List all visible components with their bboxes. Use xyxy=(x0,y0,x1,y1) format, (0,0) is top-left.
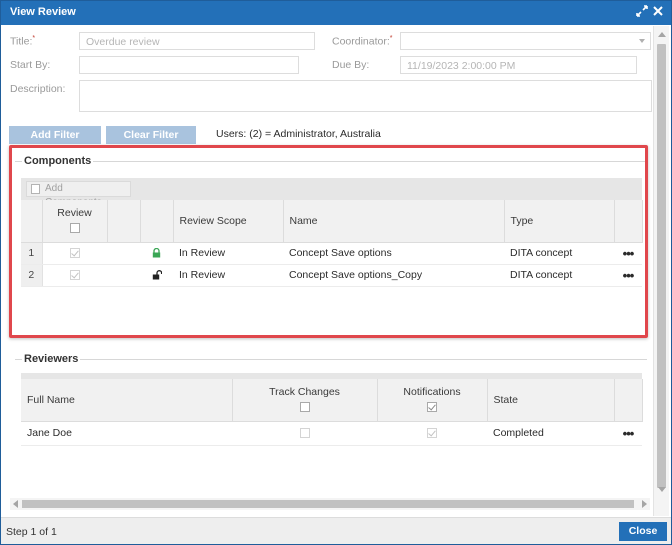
dialog-content: Title:* Overdue review Coordinator:* Sta… xyxy=(1,26,653,516)
step-indicator: Step 1 of 1 xyxy=(6,526,57,538)
scroll-right-icon[interactable] xyxy=(642,500,647,508)
notifications-column-header[interactable]: Notifications xyxy=(377,379,488,422)
start-by-label: Start By: xyxy=(10,59,51,71)
table-row[interactable]: Jane Doe Completed ••• xyxy=(21,421,642,446)
due-by-label: Due By: xyxy=(332,59,370,71)
full-name-column-header[interactable]: Full Name xyxy=(21,379,233,422)
clear-filter-button[interactable]: Clear Filter xyxy=(106,126,196,144)
view-review-dialog: View Review Title:* Overdue review Coord… xyxy=(0,0,672,545)
coordinator-label: Coordinator:* xyxy=(332,35,393,48)
title-label: Title:* xyxy=(10,35,36,48)
reviewers-table: Full Name Track Changes Notifications St… xyxy=(21,379,643,446)
coordinator-select[interactable] xyxy=(400,32,651,50)
state-cell: Completed xyxy=(487,421,614,446)
start-by-field[interactable] xyxy=(79,56,299,74)
horizontal-scrollbar[interactable] xyxy=(10,498,650,510)
due-by-field[interactable]: 11/19/2023 2:00:00 PM xyxy=(400,56,637,74)
expand-icon[interactable] xyxy=(635,5,649,19)
menu-column-header xyxy=(614,379,643,422)
dialog-titlebar[interactable]: View Review xyxy=(1,1,671,25)
scrollbar-thumb[interactable] xyxy=(657,44,666,488)
vertical-scrollbar[interactable] xyxy=(653,26,669,516)
components-highlight-box xyxy=(9,145,648,338)
notifications-checkbox[interactable] xyxy=(427,428,437,439)
close-button[interactable]: Close xyxy=(619,522,667,541)
state-column-header[interactable]: State xyxy=(487,379,615,422)
scroll-down-icon[interactable] xyxy=(658,487,666,492)
description-label: Description: xyxy=(10,83,66,95)
reviewers-header-row: Full Name Track Changes Notifications St… xyxy=(21,379,643,422)
track-changes-select-all-checkbox[interactable] xyxy=(299,402,310,413)
full-name-cell: Jane Doe xyxy=(21,421,232,446)
reviewers-section-title: Reviewers xyxy=(22,353,81,365)
notifications-select-all-checkbox[interactable] xyxy=(427,402,437,413)
scroll-up-icon[interactable] xyxy=(658,32,666,37)
close-icon[interactable] xyxy=(651,5,665,19)
dialog-footer: Step 1 of 1 Close xyxy=(1,517,671,544)
add-filter-button[interactable]: Add Filter xyxy=(9,126,101,144)
scrollbar-thumb[interactable] xyxy=(22,500,634,508)
dialog-title: View Review xyxy=(10,6,76,18)
description-field[interactable] xyxy=(79,80,652,112)
title-field[interactable]: Overdue review xyxy=(79,32,315,50)
users-summary: Users: (2) = Administrator, Australia xyxy=(216,128,381,140)
chevron-down-icon xyxy=(639,39,645,43)
track-changes-column-header[interactable]: Track Changes xyxy=(232,379,378,422)
reviewers-divider xyxy=(15,359,647,360)
scroll-left-icon[interactable] xyxy=(13,500,18,508)
row-menu-icon[interactable]: ••• xyxy=(614,421,642,446)
track-changes-checkbox[interactable] xyxy=(299,428,310,439)
